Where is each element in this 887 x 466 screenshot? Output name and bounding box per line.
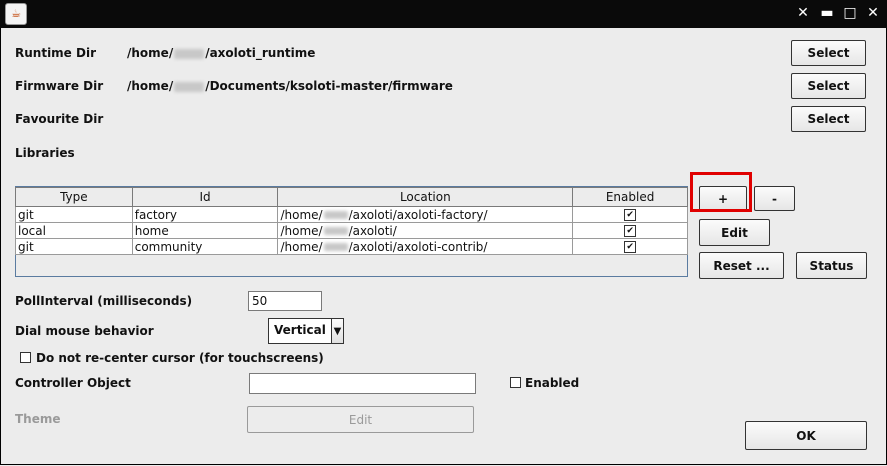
column-header-location[interactable]: Location (277, 187, 574, 207)
cell-type: git (15, 206, 133, 223)
libraries-label: Libraries (15, 146, 75, 160)
cell-id: factory (131, 206, 279, 223)
column-header-enabled[interactable]: Enabled (572, 187, 688, 207)
redacted-username (323, 211, 348, 219)
dial-mouse-behavior-label: Dial mouse behavior (15, 324, 154, 338)
table-row[interactable]: git community /home//axoloti/axoloti-con… (15, 238, 688, 255)
dial-mouse-behavior-select[interactable]: Vertical ▼ (268, 318, 344, 344)
status-button[interactable]: Status (796, 252, 867, 279)
reset-libraries-button[interactable]: Reset ... (699, 252, 784, 279)
cell-type: local (15, 222, 133, 239)
cell-enabled: ✔ (572, 222, 688, 239)
java-app-icon: ☕ (5, 3, 27, 25)
cell-id: home (131, 222, 279, 239)
redacted-username (174, 48, 205, 59)
table-row[interactable]: local home /home//axoloti/ ✔ (15, 222, 688, 239)
cell-location: /home//axoloti/axoloti-factory/ (277, 206, 574, 223)
recenter-label: Do not re-center cursor (for touchscreen… (36, 351, 324, 365)
cell-enabled: ✔ (572, 238, 688, 255)
remove-library-button[interactable]: - (754, 186, 795, 211)
redacted-username (323, 243, 348, 251)
shade-icon[interactable]: ✕ (795, 5, 811, 21)
column-header-id[interactable]: Id (131, 187, 279, 207)
firmware-dir-select-button[interactable]: Select (791, 73, 866, 99)
controller-enabled-label: Enabled (525, 376, 580, 390)
favourite-dir-select-button[interactable]: Select (791, 106, 866, 132)
cell-location: /home//axoloti/ (277, 222, 574, 239)
libraries-table[interactable]: Type Id Location Enabled git factory /ho… (15, 187, 688, 255)
theme-label: Theme (15, 412, 61, 426)
favourite-dir-label: Favourite Dir (15, 112, 104, 126)
close-icon[interactable]: ✕ (865, 5, 881, 21)
edit-library-button[interactable]: Edit (699, 219, 770, 246)
minimize-icon[interactable]: ▬ (819, 5, 835, 21)
title-bar: ☕ ✕ ▬ □ ✕ (0, 0, 887, 28)
cell-enabled: ✔ (572, 206, 688, 223)
enabled-checkbox[interactable]: ✔ (624, 225, 637, 237)
redacted-username (174, 81, 205, 92)
controller-enabled-checkbox[interactable] (510, 377, 521, 388)
highlight-box (690, 172, 752, 212)
firmware-dir-label: Firmware Dir (15, 79, 104, 93)
cell-location: /home//axoloti/axoloti-contrib/ (277, 238, 574, 255)
runtime-dir-path: /home//axoloti_runtime (127, 46, 316, 60)
recenter-checkbox[interactable] (20, 352, 31, 363)
column-header-type[interactable]: Type (15, 187, 133, 207)
table-row[interactable]: git factory /home//axoloti/axoloti-facto… (15, 206, 688, 223)
cell-type: git (15, 238, 133, 255)
firmware-dir-path: /home//Documents/ksoloti-master/firmware (127, 79, 453, 93)
controller-object-input[interactable] (249, 373, 476, 394)
enabled-checkbox[interactable]: ✔ (624, 209, 637, 221)
controller-object-label: Controller Object (15, 376, 131, 390)
poll-interval-label: PollInterval (milliseconds) (15, 294, 193, 308)
chevron-down-icon[interactable]: ▼ (330, 319, 343, 343)
runtime-dir-select-button[interactable]: Select (791, 40, 866, 66)
theme-edit-button[interactable]: Edit (247, 406, 474, 433)
runtime-dir-label: Runtime Dir (15, 46, 96, 60)
ok-button[interactable]: OK (745, 421, 867, 450)
redacted-username (323, 227, 348, 235)
poll-interval-input[interactable]: 50 (248, 291, 322, 311)
enabled-checkbox[interactable]: ✔ (624, 241, 637, 253)
cell-id: community (131, 238, 279, 255)
maximize-icon[interactable]: □ (842, 5, 858, 21)
dial-mouse-behavior-value: Vertical (274, 323, 326, 337)
